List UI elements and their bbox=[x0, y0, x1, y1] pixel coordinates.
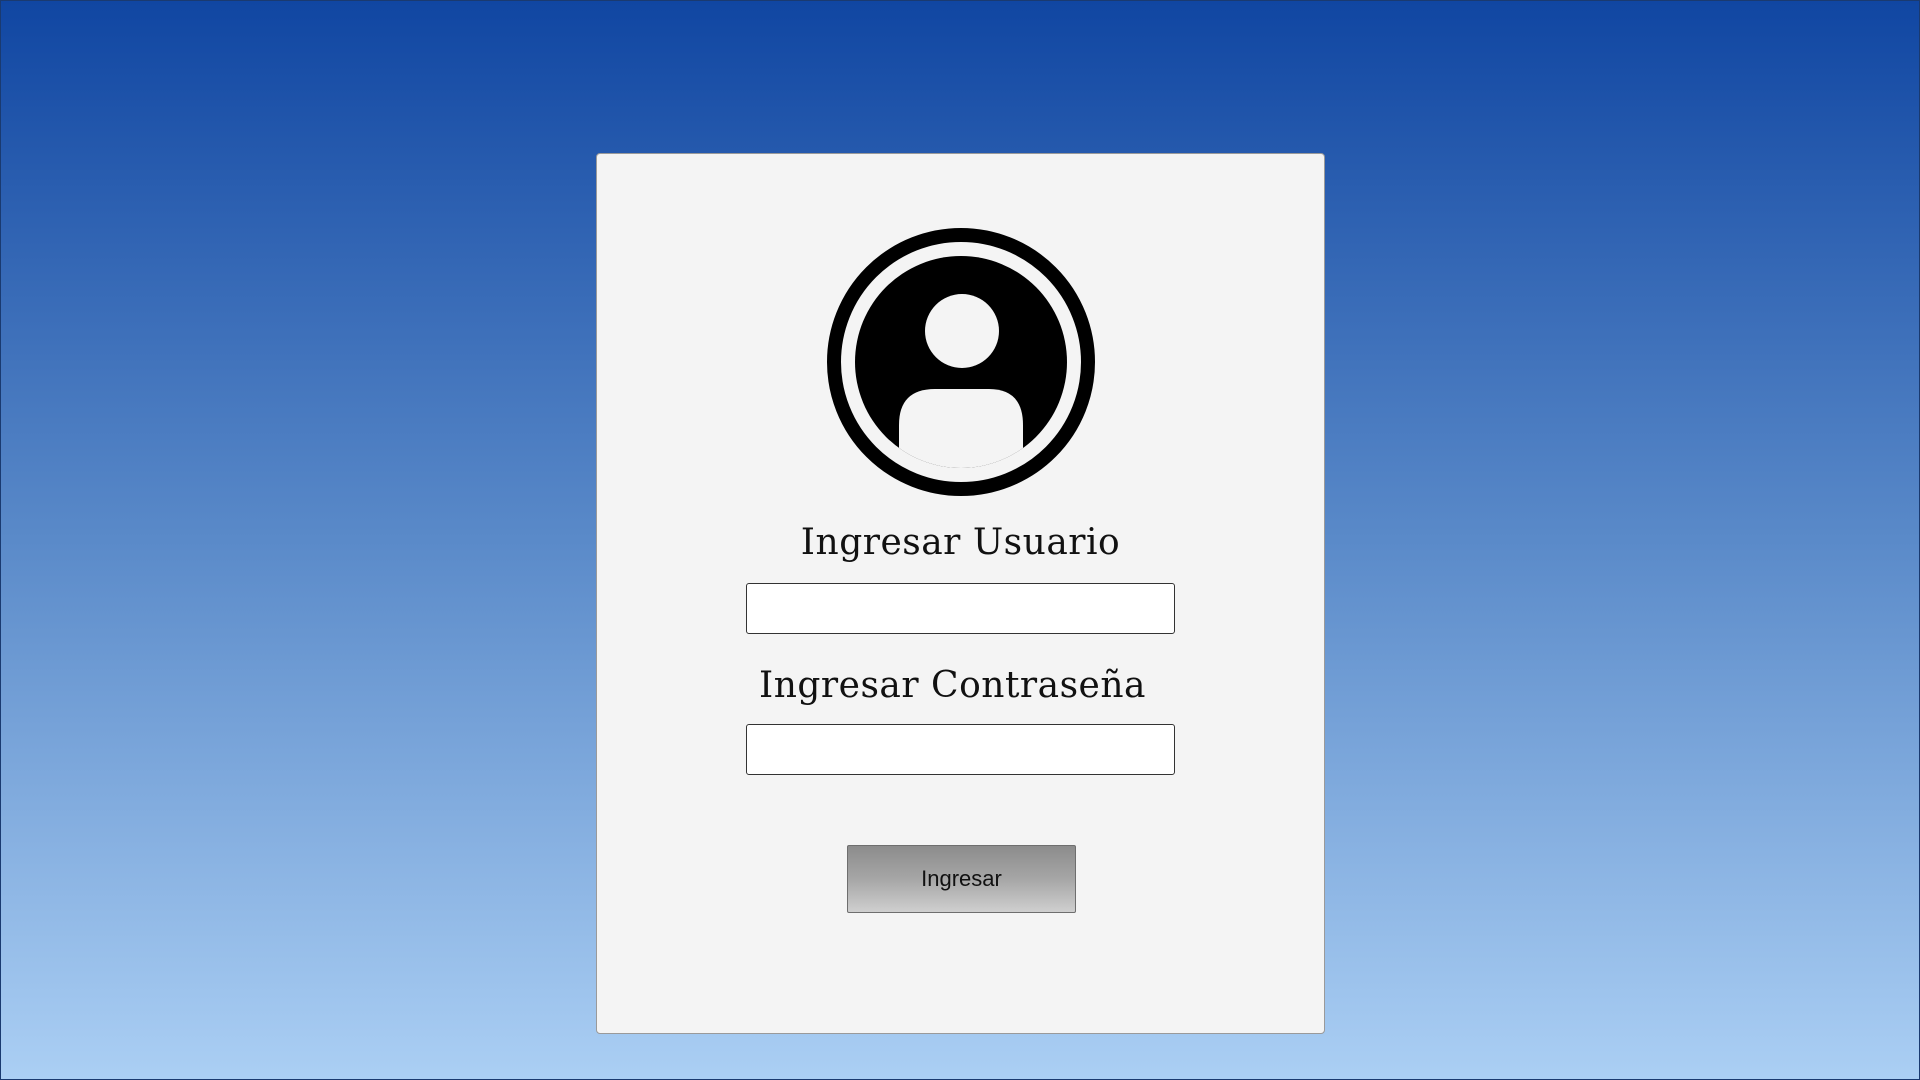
username-label: Ingresar Usuario bbox=[800, 522, 1121, 563]
login-submit-button[interactable]: Ingresar bbox=[847, 845, 1076, 913]
password-input[interactable] bbox=[746, 724, 1175, 775]
username-input[interactable] bbox=[746, 583, 1175, 634]
user-avatar-icon bbox=[827, 228, 1095, 496]
password-label: Ingresar Contraseña bbox=[758, 665, 1147, 706]
login-card: Ingresar Usuario Ingresar Contraseña Ing… bbox=[596, 153, 1325, 1034]
